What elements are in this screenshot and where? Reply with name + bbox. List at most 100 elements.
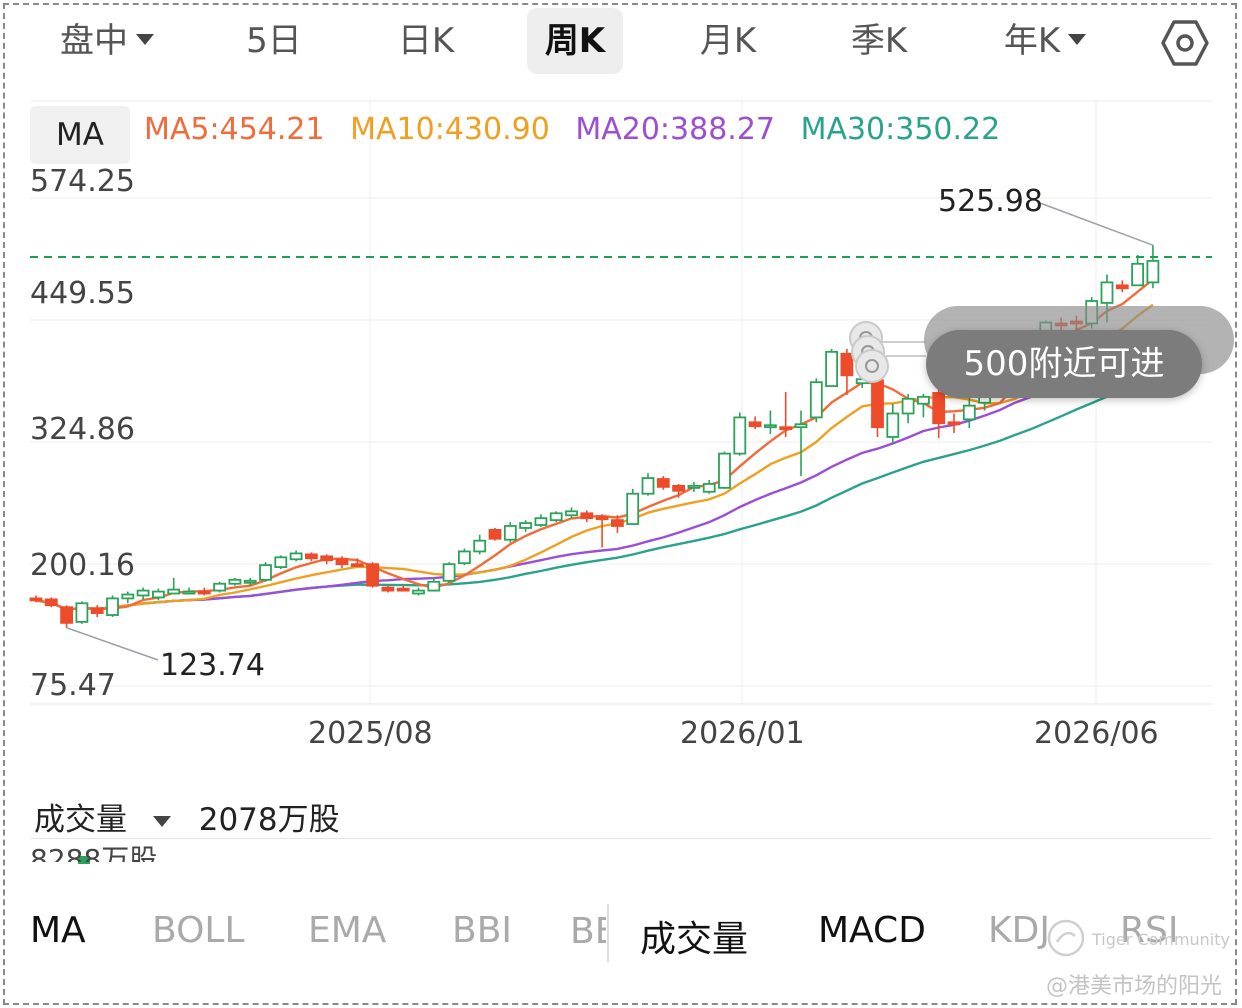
candle-body	[106, 597, 119, 616]
candle-body	[611, 519, 624, 527]
watermark-author: @港美市场的阳光	[1046, 974, 1223, 999]
candle-body	[947, 421, 961, 426]
legend-ma10: MA10:430.90	[350, 112, 550, 147]
candle-body	[396, 587, 410, 592]
indicator-tab-bbi[interactable]: BBI	[452, 910, 512, 951]
candle-body	[304, 553, 318, 560]
candle-body	[136, 589, 150, 597]
candle-body	[90, 607, 104, 614]
candle-body	[519, 522, 532, 529]
candle-body	[488, 529, 502, 540]
candle-body	[381, 586, 395, 592]
volume-scale-peek: 8288万股	[30, 846, 190, 862]
candle-body	[151, 590, 165, 599]
low-price-label: 123.74	[160, 648, 265, 683]
candle-body	[565, 510, 578, 517]
indicator-tab-volume[interactable]: 成交量	[640, 910, 748, 962]
candle-body	[167, 588, 181, 595]
ma-selector[interactable]: MA	[30, 106, 130, 164]
candle-body	[60, 606, 73, 624]
high-price-label: 525.98	[938, 184, 1043, 219]
price-note-tooltip[interactable]: 500附近可进	[926, 330, 1202, 398]
indicator-tab-kdj[interactable]: KDJ	[988, 910, 1050, 951]
candle-body	[442, 563, 456, 582]
y-tick-label: 324.86	[30, 412, 135, 447]
candle-body	[886, 412, 900, 438]
candle-body	[549, 512, 563, 522]
legend-ma30: MA30:350.22	[800, 112, 1001, 147]
candle-body	[457, 550, 471, 565]
volume-scale-value: 8288万股	[30, 846, 190, 862]
candle-body	[764, 424, 777, 429]
candle-body	[595, 516, 609, 521]
note-marker-icon	[855, 349, 889, 383]
tiger-logo-icon	[1047, 919, 1085, 957]
candle-body	[44, 598, 58, 607]
y-tick-label: 449.55	[30, 276, 135, 311]
candle-body	[1146, 259, 1160, 284]
indicator-tab-ema[interactable]: EMA	[308, 910, 386, 951]
candle-body	[366, 563, 380, 587]
candle-body	[962, 404, 976, 421]
watermark-community: Tiger Community	[1092, 930, 1230, 949]
candle-body	[427, 580, 441, 592]
y-tick-label: 574.25	[30, 164, 135, 199]
candle-body	[213, 582, 227, 592]
candle-body	[901, 397, 915, 415]
candle-body	[871, 379, 884, 429]
candle-body	[75, 602, 89, 623]
candle-body	[687, 484, 701, 489]
candle-body	[733, 416, 747, 455]
x-tick-label: 2025/08	[308, 716, 433, 751]
candle-body	[718, 452, 731, 489]
candle-body	[503, 525, 517, 541]
candle-body	[274, 556, 288, 568]
candle-body	[473, 539, 487, 553]
volume-label: 成交量	[34, 802, 127, 838]
divider	[30, 838, 1212, 839]
candle-body	[228, 578, 242, 585]
indicator-divider	[607, 904, 609, 962]
candle-body	[917, 395, 930, 405]
indicator-tab-ma[interactable]: MA	[30, 910, 86, 951]
candle-body	[412, 589, 425, 595]
candle-body	[840, 352, 854, 377]
legend-ma20: MA20:388.27	[575, 112, 776, 147]
candle-body	[641, 477, 655, 495]
candle-body	[259, 564, 272, 581]
candle-body	[779, 426, 793, 431]
candle-body	[320, 555, 334, 562]
indicator-tab-partial[interactable]: BE	[570, 906, 606, 958]
candle-body	[794, 423, 808, 429]
y-tick-label: 200.16	[30, 548, 135, 583]
candle-body	[350, 563, 364, 568]
volume-value: 2078万股	[198, 802, 340, 838]
candle-body	[29, 597, 43, 602]
candle-body	[121, 593, 135, 600]
volume-header[interactable]: 成交量 2078万股	[34, 794, 340, 839]
candle-body	[656, 478, 670, 488]
candle-body	[580, 512, 594, 520]
candle-body	[825, 350, 838, 387]
candle-body	[1131, 262, 1144, 287]
candle-body	[672, 484, 685, 492]
candle-body	[243, 579, 257, 584]
low-leader-line	[66, 627, 159, 661]
legend-ma5: MA5:454.21	[144, 112, 325, 147]
candle-body	[626, 492, 640, 525]
indicator-tab-boll[interactable]: BOLL	[152, 910, 245, 951]
ma-legend: MA5:454.21 MA10:430.90 MA20:388.27 MA30:…	[144, 112, 1016, 147]
x-tick-label: 2026/06	[1034, 716, 1159, 751]
chevron-down-icon	[152, 816, 171, 827]
candle-body	[1115, 284, 1129, 290]
candle-body	[335, 558, 349, 566]
x-tick-label: 2026/01	[680, 716, 805, 751]
indicator-tab-macd[interactable]: MACD	[818, 910, 926, 951]
candle-body	[182, 590, 196, 595]
candle-body	[748, 421, 762, 428]
y-tick-label: 75.47	[30, 668, 116, 703]
candle-body	[702, 483, 716, 493]
candle-body	[197, 590, 211, 595]
candle-body	[289, 552, 303, 561]
candle-body	[534, 517, 548, 526]
